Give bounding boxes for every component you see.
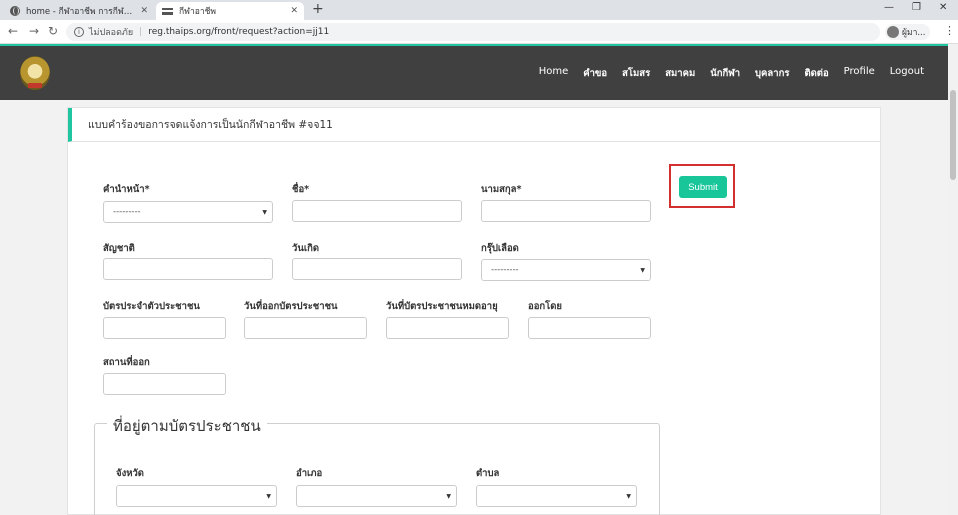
chevron-down-icon: ▼ — [626, 493, 631, 500]
address-legend: ที่อยู่ตามบัตรประชาชน — [107, 414, 267, 438]
minimize-button[interactable]: — — [884, 2, 894, 13]
submit-button[interactable]: Submit — [679, 176, 727, 198]
chevron-down-icon: ▼ — [640, 267, 645, 274]
back-button[interactable]: ← — [8, 24, 18, 38]
nav-clubs[interactable]: สโมสร — [622, 66, 650, 81]
profile-label: ผู้มา... — [902, 28, 926, 38]
issue-place-label: สถานที่ออก — [103, 357, 150, 368]
nav-contact[interactable]: ติดต่อ — [804, 66, 828, 81]
nav-athletes[interactable]: นักกีฬา — [710, 66, 740, 81]
nav-personnel[interactable]: บุคลากร — [755, 66, 789, 81]
title-select-value: --------- — [113, 207, 141, 217]
browser-address-bar: ← → ↻ i ไม่ปลอดภัย | reg.thaips.org/fron… — [0, 20, 958, 44]
district-label: อำเภอ — [296, 468, 323, 479]
title-label: คำนำหน้า* — [103, 184, 150, 195]
birth-date-label: วันเกิด — [292, 243, 319, 254]
district-select[interactable]: ▼ — [296, 485, 457, 507]
reload-button[interactable]: ↻ — [48, 24, 58, 38]
first-name-input[interactable] — [292, 200, 462, 222]
blood-group-select-value: --------- — [491, 265, 519, 275]
first-name-label: ชื่อ* — [292, 184, 310, 195]
chevron-down-icon: ▼ — [266, 493, 271, 500]
birth-date-input[interactable] — [292, 258, 462, 280]
close-tab-icon[interactable]: ✕ — [290, 6, 298, 16]
blood-group-select[interactable]: --------- ▼ — [481, 259, 651, 281]
issued-by-label: ออกโดย — [528, 301, 563, 312]
id-expiry-date-input[interactable] — [386, 317, 509, 339]
browser-menu-icon[interactable]: ⋮ — [944, 24, 955, 37]
browser-tab-active[interactable]: กีฬาอาชีพ ✕ — [156, 2, 304, 20]
url-bar[interactable]: i ไม่ปลอดภัย | reg.thaips.org/front/requ… — [66, 23, 880, 41]
nav-requests[interactable]: คำขอ — [583, 66, 607, 81]
page-scrollbar[interactable] — [948, 44, 958, 515]
divider: | — [139, 27, 143, 37]
chevron-down-icon: ▼ — [446, 493, 451, 500]
issued-by-input[interactable] — [528, 317, 651, 339]
subdistrict-select[interactable]: ▼ — [476, 485, 637, 507]
browser-tab-bar: home - กีฬาอาชีพ การกีฬาแห่งประเท ✕ กีฬา… — [0, 0, 958, 20]
id-issue-date-input[interactable] — [244, 317, 367, 339]
profile-button[interactable]: ผู้มา... — [885, 24, 931, 40]
blood-group-label: กรุ๊ปเลือด — [481, 243, 519, 254]
issue-place-input[interactable] — [103, 373, 226, 395]
last-name-input[interactable] — [481, 200, 651, 222]
last-name-label: นามสกุล* — [481, 184, 522, 195]
site-favicon-icon — [162, 7, 173, 15]
province-label: จังหวัด — [116, 468, 144, 479]
nav-profile[interactable]: Profile — [844, 66, 875, 81]
tab-title: home - กีฬาอาชีพ การกีฬาแห่งประเท — [26, 7, 136, 17]
security-label: ไม่ปลอดภัย — [89, 28, 134, 38]
subdistrict-label: ตำบล — [476, 468, 500, 479]
form-title: แบบคำร้องขอการจดแจ้งการเป็นนักกีฬาอาชีพ … — [68, 108, 880, 142]
close-tab-icon[interactable]: ✕ — [140, 6, 148, 16]
main-menu: Home คำขอ สโมสร สมาคม นักกีฬา บุคลากร ติ… — [539, 66, 924, 81]
close-window-button[interactable]: ✕ — [939, 2, 947, 13]
new-tab-button[interactable]: + — [312, 1, 324, 17]
avatar-icon — [887, 26, 899, 38]
title-select[interactable]: --------- ▼ — [103, 201, 273, 223]
id-card-input[interactable] — [103, 317, 226, 339]
nationality-input[interactable] — [103, 258, 273, 280]
id-issue-date-label: วันที่ออกบัตรประชาชน — [244, 301, 338, 312]
url-text[interactable]: reg.thaips.org/front/request?action=jj11 — [148, 27, 329, 37]
browser-tab-home[interactable]: home - กีฬาอาชีพ การกีฬาแห่งประเท ✕ — [4, 2, 154, 20]
info-icon[interactable]: i — [74, 27, 84, 37]
chevron-down-icon: ▼ — [262, 209, 267, 216]
forward-button[interactable]: → — [29, 24, 39, 38]
restore-button[interactable]: ❐ — [912, 2, 921, 13]
scrollbar-thumb[interactable] — [950, 90, 956, 180]
nationality-label: สัญชาติ — [103, 243, 135, 254]
nav-home[interactable]: Home — [539, 66, 569, 81]
province-select[interactable]: ▼ — [116, 485, 277, 507]
site-navbar: Home คำขอ สโมสร สมาคม นักกีฬา บุคลากร ติ… — [0, 44, 948, 100]
nav-logout[interactable]: Logout — [890, 66, 924, 81]
globe-icon — [10, 6, 20, 16]
tab-title: กีฬาอาชีพ — [179, 7, 216, 17]
site-logo[interactable] — [20, 56, 50, 90]
nav-associations[interactable]: สมาคม — [665, 66, 695, 81]
id-card-label: บัตรประจำตัวประชาชน — [103, 301, 200, 312]
id-expiry-date-label: วันที่บัตรประชาชนหมดอายุ — [386, 301, 498, 312]
